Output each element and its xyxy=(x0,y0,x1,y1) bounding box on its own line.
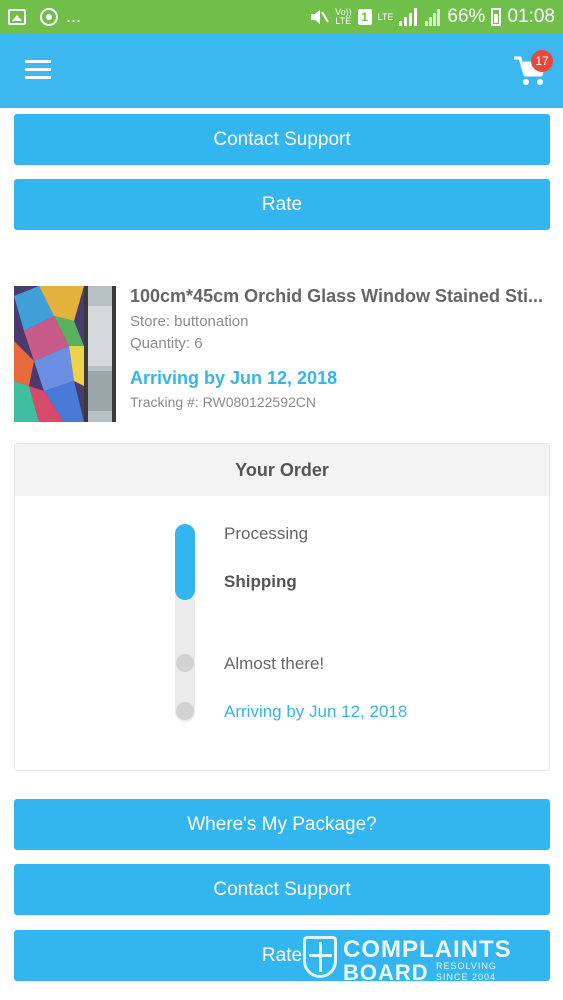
lte-indicator: LTE xyxy=(377,11,394,22)
watermark-line2: BOARD xyxy=(343,960,429,985)
step-shipping: Shipping xyxy=(224,572,297,591)
watermark-tagline: RESOLVING SINCE 2004 xyxy=(436,961,497,983)
step-processing: Processing xyxy=(224,524,309,543)
order-progress-card: Your Order Processing Shipping Almost th… xyxy=(14,443,550,771)
shield-logo-icon xyxy=(303,936,337,978)
step-arriving: Arriving by Jun 12, 2018 xyxy=(224,702,408,721)
clock: 01:08 xyxy=(507,6,555,27)
signal-strength-icon xyxy=(399,8,419,26)
status-bar: ... Vo)) LTE 1 LTE 66% 01:08 xyxy=(0,0,563,33)
rate-button[interactable]: Rate xyxy=(14,179,550,230)
app-bar xyxy=(0,33,563,108)
step-dot-arriving xyxy=(176,702,194,720)
product-title[interactable]: 100cm*45cm Orchid Glass Window Stained S… xyxy=(130,286,550,307)
arrival-date: Arriving by Jun 12, 2018 xyxy=(130,368,338,388)
battery-icon xyxy=(491,8,502,26)
contact-support-button[interactable]: Contact Support xyxy=(14,114,550,165)
mute-icon xyxy=(311,10,329,24)
volte-indicator: Vo)) LTE xyxy=(335,7,352,26)
contact-support-button-bottom[interactable]: Contact Support xyxy=(14,864,550,915)
tracking-number: Tracking #: RW080122592CN xyxy=(130,394,316,410)
sync-notification-icon xyxy=(40,7,58,26)
secondary-signal-icon xyxy=(425,8,441,26)
menu-icon[interactable] xyxy=(25,60,51,80)
wheres-my-package-button[interactable]: Where's My Package? xyxy=(14,799,550,850)
progress-fill xyxy=(175,524,195,600)
product-store: Store: buttonation xyxy=(130,313,249,330)
image-notification-icon xyxy=(8,8,26,25)
cart-count-badge: 17 xyxy=(531,50,553,72)
watermark-line3: RESOLVING xyxy=(436,961,497,971)
battery-percent: 66% xyxy=(447,6,486,27)
complaints-board-watermark: COMPLAINTS BOARD RESOLVING SINCE 2004 xyxy=(303,936,518,985)
step-almost-there: Almost there! xyxy=(224,654,325,673)
step-dot-almost-there xyxy=(176,654,194,672)
watermark-line4: SINCE 2004 xyxy=(436,972,497,982)
order-card-title: Your Order xyxy=(15,444,549,496)
product-quantity: Quantity: 6 xyxy=(130,335,203,352)
progress-track xyxy=(175,524,195,722)
sim-slot-indicator: 1 xyxy=(357,9,372,25)
more-notifications-indicator: ... xyxy=(66,6,82,26)
product-image[interactable] xyxy=(14,286,116,422)
